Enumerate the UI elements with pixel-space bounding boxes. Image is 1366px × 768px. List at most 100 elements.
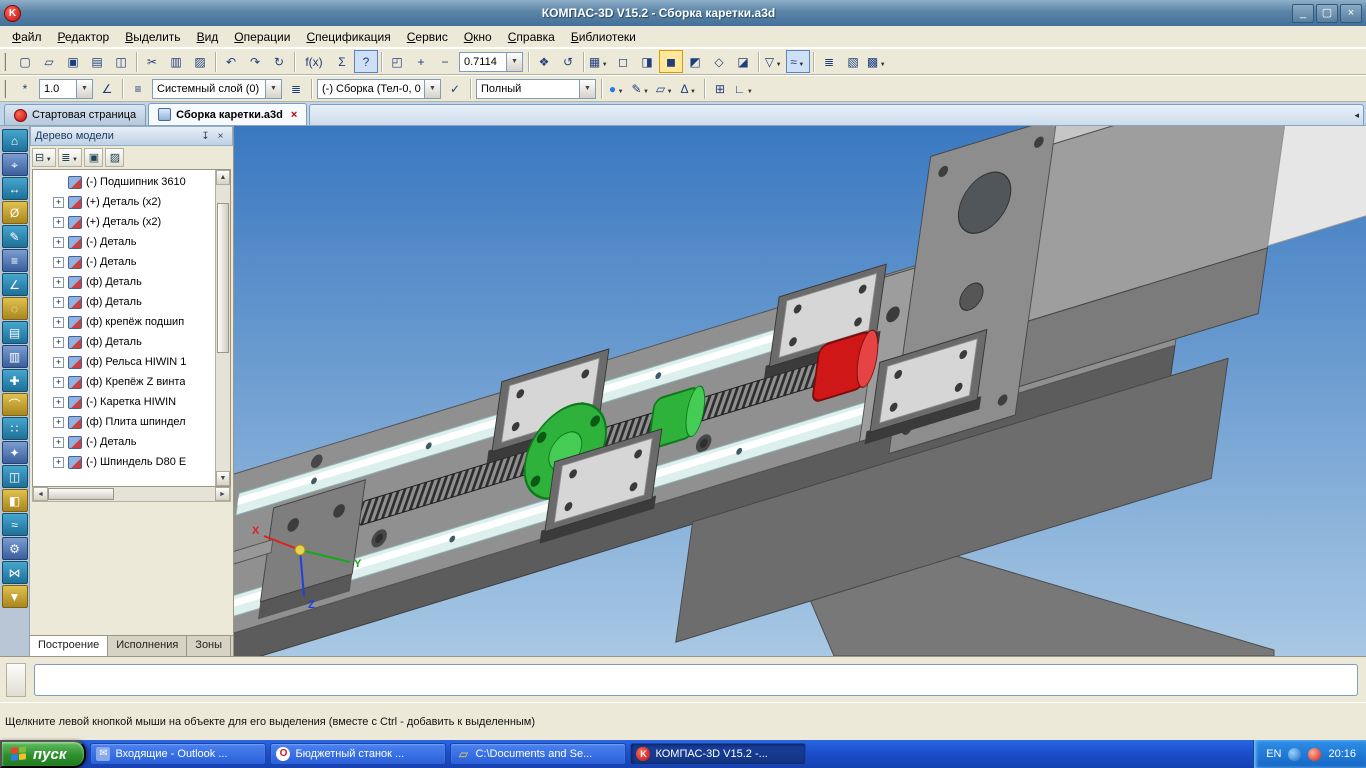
- simplifications-button[interactable]: ▽: [762, 50, 786, 73]
- scroll-up-icon[interactable]: ▲: [216, 170, 230, 185]
- tree-item[interactable]: + (-) Деталь: [33, 432, 215, 452]
- component-check-button[interactable]: ✓: [443, 77, 467, 100]
- caret-icon[interactable]: [579, 79, 595, 98]
- section-view-button[interactable]: ◪: [731, 50, 755, 73]
- scroll-track[interactable]: [114, 487, 215, 501]
- relations-button[interactable]: ▣: [84, 148, 104, 167]
- features-button[interactable]: ◧: [1, 489, 28, 512]
- designations-button[interactable]: Ø: [1, 201, 28, 224]
- tray-app-icon[interactable]: [1288, 747, 1302, 761]
- tree-item[interactable]: + (+) Деталь (x2): [33, 212, 215, 232]
- print-button[interactable]: ▤: [85, 50, 109, 73]
- tree-composition-button[interactable]: ≣: [58, 148, 83, 167]
- tab-versions[interactable]: Исполнения: [108, 636, 188, 656]
- tree-item[interactable]: + (-) Шпиндель D80 Е: [33, 452, 215, 472]
- menu-libraries[interactable]: Библиотеки: [563, 27, 644, 47]
- toolbar-grip[interactable]: [4, 79, 9, 98]
- tree-item[interactable]: + (-) Каретка HIWIN: [33, 392, 215, 412]
- caret-icon[interactable]: [76, 79, 92, 98]
- component-combo[interactable]: (-) Сборка (Тел-0, 0: [317, 78, 441, 99]
- menu-file[interactable]: Файл: [4, 27, 50, 47]
- planes-button[interactable]: ▱: [653, 77, 677, 100]
- specification-button[interactable]: ≣: [817, 50, 841, 73]
- menu-select[interactable]: Выделить: [117, 27, 188, 47]
- hidden-lines-button[interactable]: ◨: [635, 50, 659, 73]
- new-document-button[interactable]: ▢: [13, 50, 37, 73]
- variables-button[interactable]: f(x): [298, 50, 330, 73]
- caret-icon[interactable]: [424, 79, 440, 98]
- tree-structure-button[interactable]: ⊟: [32, 148, 57, 167]
- print-preview-button[interactable]: ◫: [109, 50, 133, 73]
- rotate-view-button[interactable]: ↺: [556, 50, 580, 73]
- scroll-right-icon[interactable]: ►: [215, 487, 230, 501]
- geometry-button[interactable]: ⌖: [1, 153, 28, 176]
- expand-icon[interactable]: +: [53, 336, 64, 348]
- menu-service[interactable]: Сервис: [399, 27, 456, 47]
- tree-item[interactable]: + (ф) Деталь: [33, 272, 215, 292]
- panel-close-icon[interactable]: ×: [213, 131, 228, 142]
- zoom-out-button[interactable]: −: [433, 50, 457, 73]
- tab-zones[interactable]: Зоны: [187, 636, 232, 656]
- expand-icon[interactable]: +: [53, 416, 64, 428]
- copy-button[interactable]: ▥: [164, 50, 188, 73]
- pan-button[interactable]: ❖: [532, 50, 556, 73]
- hide-objects-button[interactable]: ≈: [786, 50, 810, 73]
- taskbar-task-kompas[interactable]: K КОМПАС-3D V15.2 -...: [630, 743, 807, 765]
- cut-button[interactable]: ✂: [140, 50, 164, 73]
- menu-editor[interactable]: Редактор: [50, 27, 118, 47]
- zoom-in-button[interactable]: +: [409, 50, 433, 73]
- scroll-track[interactable]: [216, 185, 230, 471]
- expand-icon[interactable]: +: [53, 276, 64, 288]
- expand-icon[interactable]: +: [53, 236, 64, 248]
- taskbar-task-explorer[interactable]: ▱ C:\Documents and Se...: [450, 743, 627, 765]
- additional-button[interactable]: ▨: [105, 148, 125, 167]
- components-button[interactable]: ⚙: [1, 537, 28, 560]
- minimize-button[interactable]: _: [1292, 3, 1314, 23]
- angle-snap-button[interactable]: ∠: [95, 77, 119, 100]
- pin-icon[interactable]: ↧: [198, 131, 213, 142]
- menu-window[interactable]: Окно: [456, 27, 500, 47]
- sheet-metal-button[interactable]: ◫: [1, 465, 28, 488]
- parameterization-button[interactable]: ≡: [1, 249, 28, 272]
- scroll-thumb[interactable]: [217, 203, 229, 353]
- construction-button[interactable]: ✚: [1, 369, 28, 392]
- taskbar-task-outlook[interactable]: ✉ Входящие - Outlook ...: [90, 743, 267, 765]
- tree-item[interactable]: + (ф) Деталь: [33, 332, 215, 352]
- shaded-edges-button[interactable]: ◩: [683, 50, 707, 73]
- rebuild-button[interactable]: ↻: [267, 50, 291, 73]
- filters-panel-button[interactable]: ▼: [1, 585, 28, 608]
- scroll-left-icon[interactable]: ◄: [33, 487, 48, 501]
- cs-display-button[interactable]: Δ: [677, 77, 701, 100]
- tree-item[interactable]: + (-) Деталь: [33, 232, 215, 252]
- tab-scroll-icon[interactable]: ◂: [1354, 110, 1359, 121]
- layers-button[interactable]: ≡: [126, 77, 150, 100]
- arrays-button[interactable]: ∷: [1, 417, 28, 440]
- caret-icon[interactable]: [506, 52, 522, 71]
- selection-button[interactable]: ◌: [1, 297, 28, 320]
- menu-specification[interactable]: Спецификация: [298, 27, 398, 47]
- expand-icon[interactable]: +: [53, 216, 64, 228]
- surfaces-button[interactable]: ⌒: [1, 393, 28, 416]
- expand-icon[interactable]: +: [53, 296, 64, 308]
- tree-vertical-scrollbar[interactable]: ▲ ▼: [215, 170, 230, 486]
- macros-button[interactable]: ▩: [865, 50, 889, 73]
- menu-view[interactable]: Вид: [189, 27, 227, 47]
- zoom-scale-combo[interactable]: 0.7114: [459, 51, 523, 72]
- tab-construction[interactable]: Построение: [30, 636, 109, 656]
- 3d-viewport[interactable]: X Y Z: [234, 126, 1366, 656]
- save-button[interactable]: ▣: [61, 50, 85, 73]
- start-button[interactable]: пуск: [0, 740, 87, 768]
- expand-icon[interactable]: +: [53, 316, 64, 328]
- tab-assembly-document[interactable]: Сборка каретки.a3d ×: [148, 103, 308, 125]
- undo-button[interactable]: ↶: [219, 50, 243, 73]
- tab-close-icon[interactable]: ×: [291, 109, 297, 121]
- display-mode-combo[interactable]: Полный: [476, 78, 596, 99]
- zoom-area-button[interactable]: ◰: [385, 50, 409, 73]
- orientation-button[interactable]: ▦: [587, 50, 611, 73]
- menu-help[interactable]: Справка: [500, 27, 563, 47]
- expand-icon[interactable]: +: [53, 256, 64, 268]
- expand-icon[interactable]: +: [53, 436, 64, 448]
- tray-app-icon[interactable]: [1308, 747, 1322, 761]
- message-line[interactable]: [34, 663, 1358, 696]
- tree-item[interactable]: + (ф) крепёж подшип: [33, 312, 215, 332]
